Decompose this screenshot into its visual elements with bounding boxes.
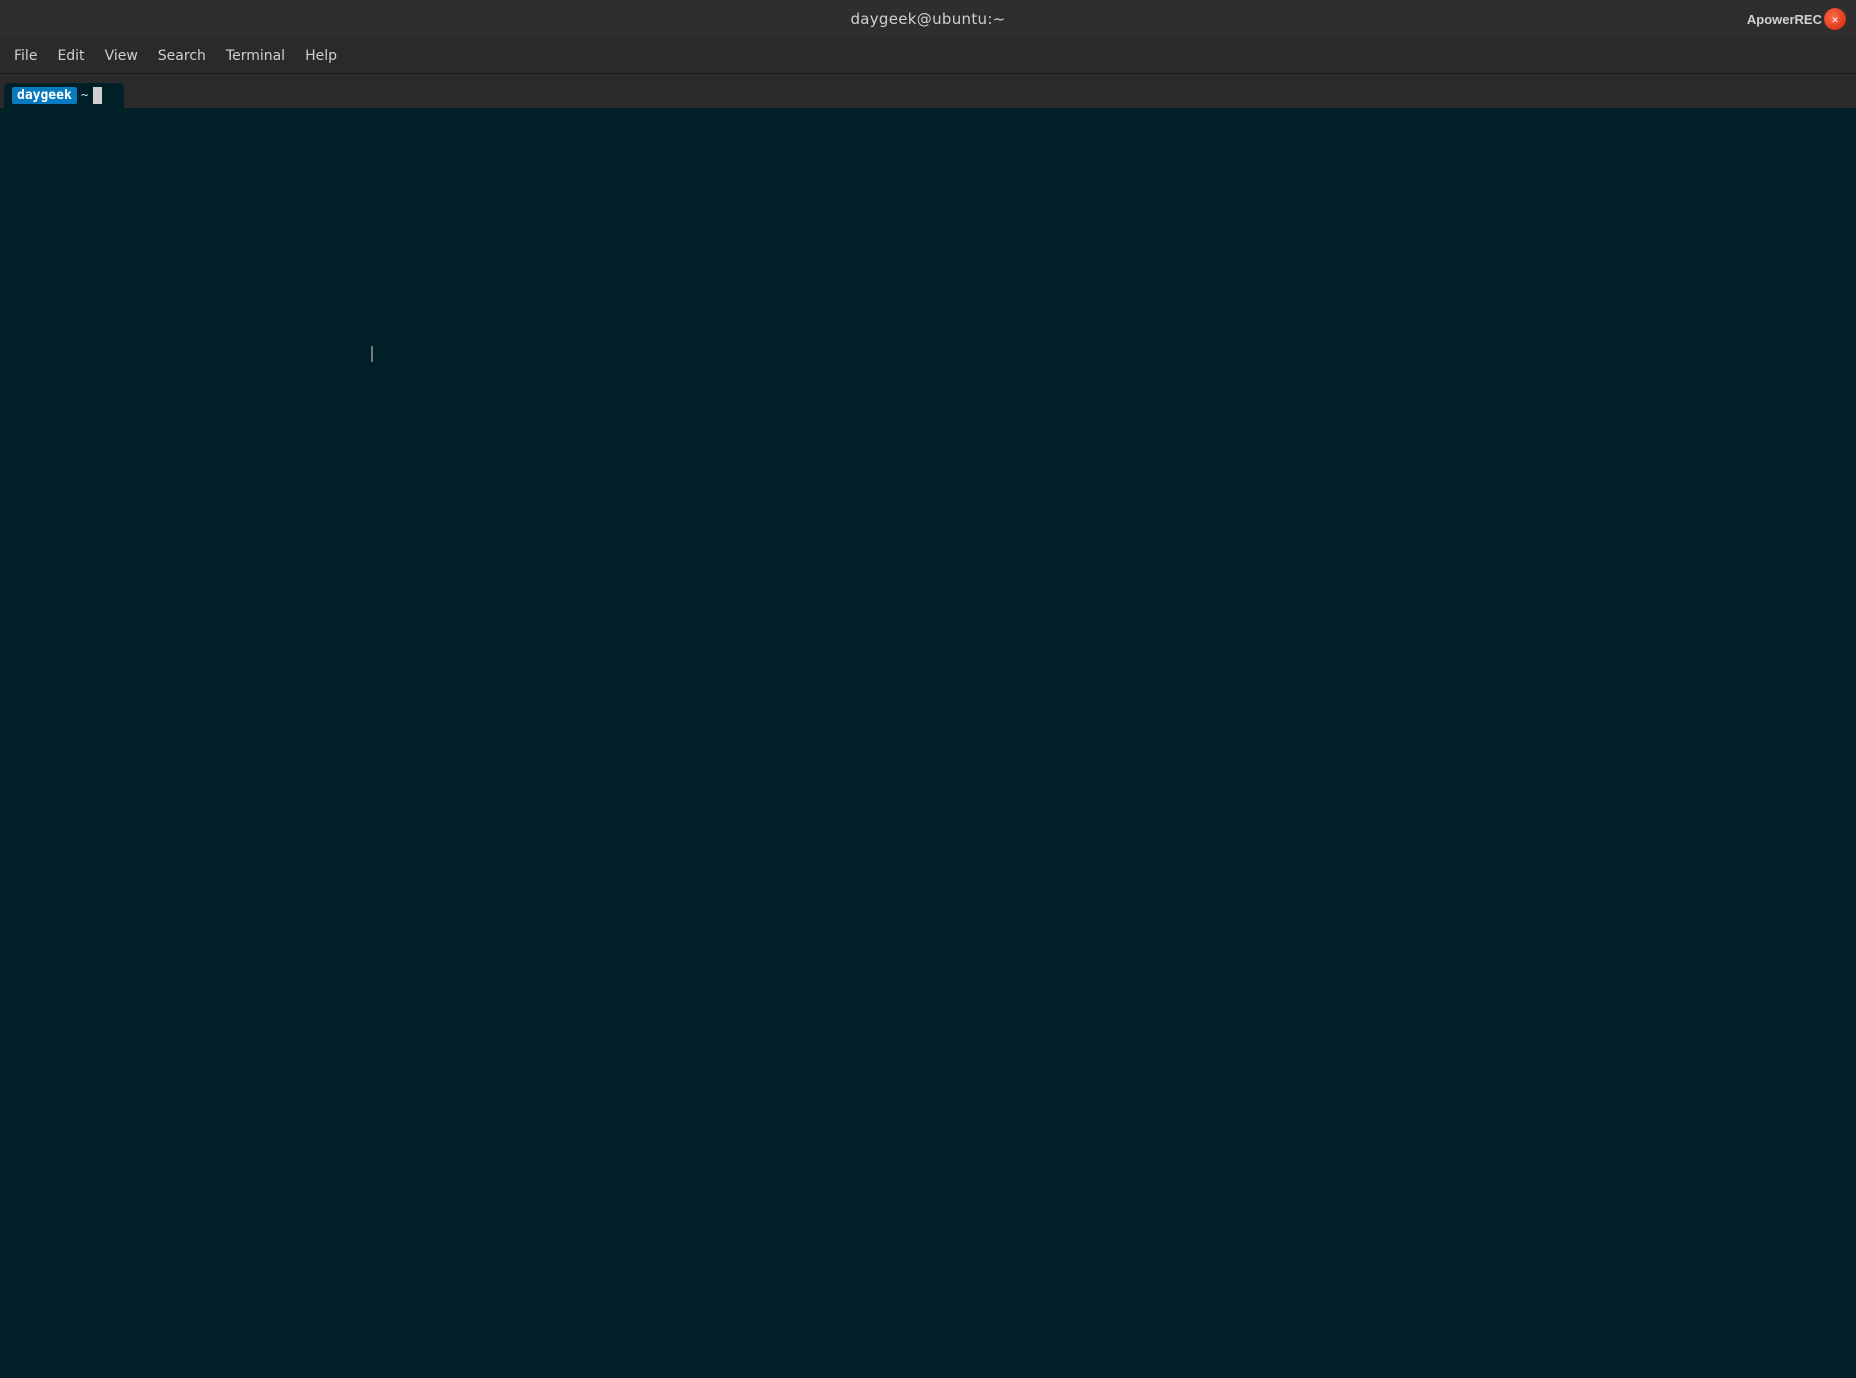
apowerrec-icon: ✕: [1824, 8, 1846, 30]
menu-item-edit[interactable]: Edit: [47, 44, 94, 68]
tab-username: daygeek: [12, 87, 77, 104]
terminal-content[interactable]: [0, 108, 1856, 1378]
tab-bar: daygeek ~: [0, 74, 1856, 108]
menu-item-help[interactable]: Help: [295, 44, 347, 68]
menu-item-file[interactable]: File: [4, 44, 47, 68]
terminal-window: daygeek@ubuntu:~ ApowerREC ✕ File Edit V…: [0, 0, 1856, 1378]
apowerrec-label: ApowerREC: [1747, 12, 1822, 27]
menu-bar: File Edit View Search Terminal Help: [0, 38, 1856, 74]
menu-item-view[interactable]: View: [95, 44, 148, 68]
window-title: daygeek@ubuntu:~: [850, 10, 1005, 28]
apowerrec-badge: ApowerREC ✕: [1747, 8, 1846, 30]
tab-cursor-block: [93, 87, 102, 104]
menu-item-terminal[interactable]: Terminal: [216, 44, 295, 68]
title-bar: daygeek@ubuntu:~ ApowerREC ✕: [0, 0, 1856, 38]
menu-item-search[interactable]: Search: [148, 44, 216, 68]
terminal-tab[interactable]: daygeek ~: [4, 83, 124, 108]
tab-tilde: ~: [81, 88, 89, 103]
text-cursor: [371, 346, 373, 362]
